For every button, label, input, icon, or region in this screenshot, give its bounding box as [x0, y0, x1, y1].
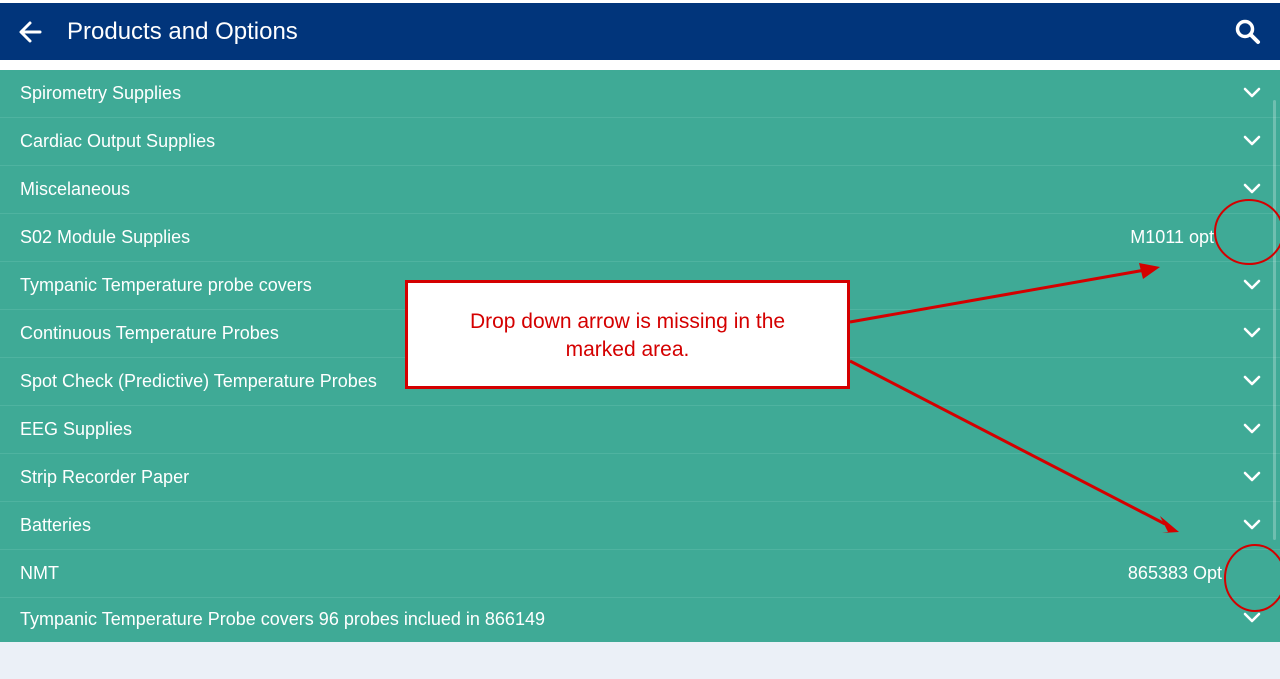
chevron-down-icon[interactable]	[1242, 275, 1262, 295]
search-icon[interactable]	[1234, 18, 1262, 46]
chevron-down-icon[interactable]	[1242, 323, 1262, 343]
list-item-label: NMT	[20, 563, 59, 583]
chevron-down-icon[interactable]	[1242, 179, 1262, 199]
scrollbar[interactable]	[1273, 100, 1276, 540]
chevron-down-icon[interactable]	[1242, 419, 1262, 439]
list-item-eeg-supplies[interactable]: EEG Supplies	[0, 406, 1280, 454]
chevron-down-icon[interactable]	[1242, 83, 1262, 103]
products-options-screen: Products and Options Spirometry Supplies…	[0, 0, 1280, 679]
chevron-down-icon[interactable]	[1242, 131, 1262, 151]
list-item-cardiac-output-supplies[interactable]: Cardiac Output Supplies	[0, 118, 1280, 166]
chevron-down-icon[interactable]	[1242, 467, 1262, 487]
app-bar: Products and Options	[0, 3, 1280, 60]
list-item-label: Cardiac Output Supplies	[20, 131, 216, 151]
list-item-batteries[interactable]: Batteries	[0, 502, 1280, 550]
list-item-meta: M1011 opt	[1130, 227, 1214, 247]
list-item-label: Spirometry Supplies	[20, 83, 182, 103]
list-item-label: S02 Module Supplies	[20, 227, 191, 247]
annotation-text: Drop down arrow is missing in the marked…	[469, 310, 786, 361]
header-gap	[0, 60, 1280, 70]
chevron-down-icon[interactable]	[1242, 515, 1262, 535]
list-item-nmt[interactable]: NMT 865383 Opt	[0, 550, 1280, 598]
list-item-tympanic-probe-covers-96[interactable]: Tympanic Temperature Probe covers 96 pro…	[0, 598, 1280, 646]
list-item-label: Tympanic Temperature probe covers	[20, 275, 312, 295]
annotation-callout: Drop down arrow is missing in the marked…	[405, 280, 850, 389]
list-item-spirometry-supplies[interactable]: Spirometry Supplies	[0, 70, 1280, 118]
list-item-label: Tympanic Temperature Probe covers 96 pro…	[20, 609, 545, 629]
list-item-label: Spot Check (Predictive) Temperature Prob…	[20, 371, 377, 391]
chevron-down-icon[interactable]	[1242, 608, 1262, 628]
list-item-label: Continuous Temperature Probes	[20, 323, 279, 343]
list-item-label: Strip Recorder Paper	[20, 467, 190, 487]
page-title: Products and Options	[67, 18, 298, 45]
list-item-label: Batteries	[20, 515, 92, 535]
list-item-s02-module-supplies[interactable]: S02 Module Supplies M1011 opt	[0, 214, 1280, 262]
list-item-miscelaneous[interactable]: Miscelaneous	[0, 166, 1280, 214]
list-item-label: EEG Supplies	[20, 419, 133, 439]
chevron-down-icon[interactable]	[1242, 371, 1262, 391]
arrow-left-icon[interactable]	[16, 17, 46, 47]
list-item-meta: 865383 Opt	[1127, 563, 1222, 583]
list-item-strip-recorder-paper[interactable]: Strip Recorder Paper	[0, 454, 1280, 502]
list-item-label: Miscelaneous	[20, 179, 131, 199]
